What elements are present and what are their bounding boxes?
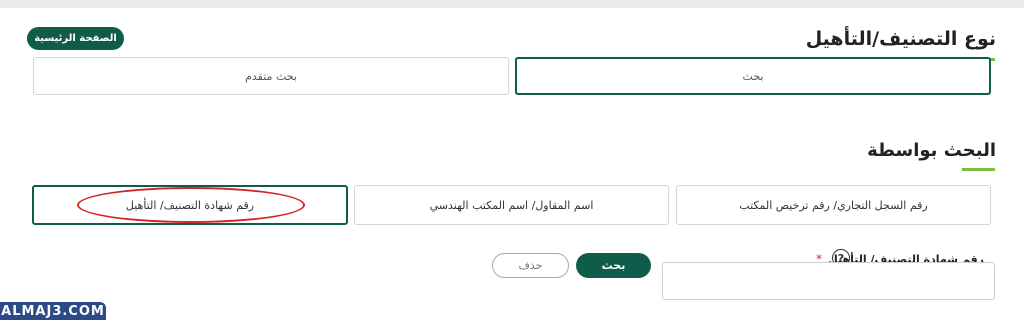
page-title: نوع التصنيف/التأهيل [805, 28, 996, 50]
subtitle-underline [962, 168, 995, 171]
watermark-logo: ALMAJ3.COM [0, 302, 106, 320]
tab-advanced-search[interactable]: بحث متقدم [33, 57, 509, 95]
search-by-title: البحث بواسطة [867, 140, 996, 161]
home-button[interactable]: الصفحة الرئيسية [27, 27, 124, 50]
tab-certificate-number[interactable]: رقم شهادة التصنيف/ التأهيل [32, 185, 348, 225]
tab-commercial-register[interactable]: رقم السجل التجاري/ رقم ترخيص المكتب [676, 185, 991, 225]
top-bar [0, 0, 1024, 8]
delete-button[interactable]: حذف [492, 253, 569, 278]
tab-contractor-name[interactable]: اسم المقاول/ اسم المكتب الهندسي [354, 185, 669, 225]
search-button[interactable]: بحث [576, 253, 651, 278]
certificate-number-input[interactable] [662, 262, 995, 300]
tab-search[interactable]: بحث [515, 57, 991, 95]
